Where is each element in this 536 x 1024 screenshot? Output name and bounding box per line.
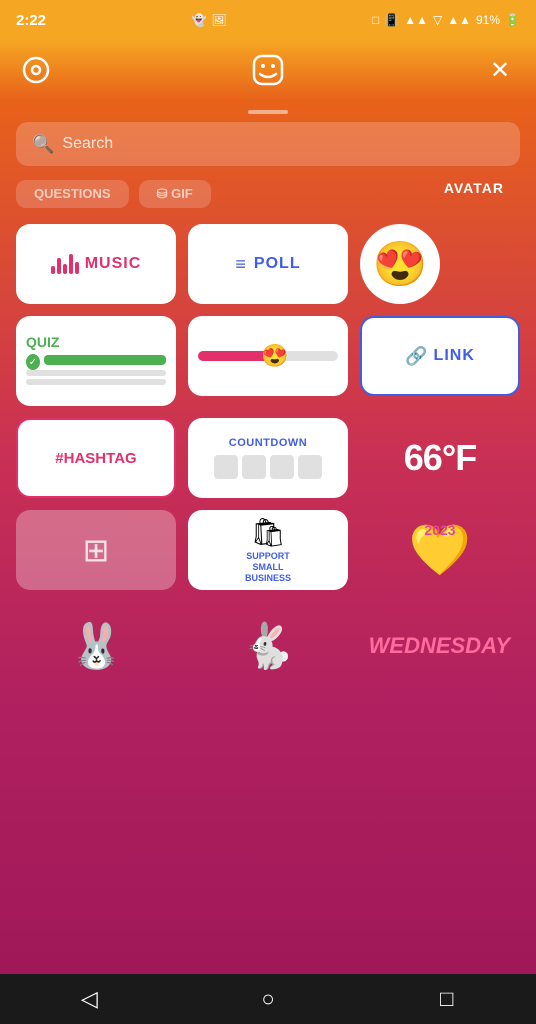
vibrate-icon: 📳 bbox=[384, 13, 399, 27]
heart-eyes-emoji: 😍 bbox=[373, 238, 428, 290]
settings-button[interactable] bbox=[20, 54, 52, 86]
bar5 bbox=[75, 262, 79, 274]
signal-icon: ▲▲ bbox=[404, 13, 428, 27]
snapchat-icon: 👻 bbox=[191, 13, 206, 27]
poll-icon: ≡ bbox=[235, 254, 246, 275]
emoji-sticker[interactable]: 😍 bbox=[360, 224, 440, 304]
link-icon: 🔗 bbox=[405, 346, 427, 367]
back-button[interactable]: ◁ bbox=[65, 975, 113, 1023]
search-bar[interactable]: 🔍 Search bbox=[16, 122, 520, 166]
slider-track: 😍 bbox=[198, 351, 338, 361]
home-icon: ○ bbox=[261, 986, 274, 1012]
sticker-panel: 🔍 Search QUESTIONS ⛁ GIF AVATAR MUSIC ≡ bbox=[0, 100, 536, 974]
quiz-check-bar bbox=[44, 355, 166, 365]
battery-percent: 91% bbox=[476, 13, 500, 27]
back-icon: ◁ bbox=[81, 986, 98, 1012]
rabbit-sticker[interactable]: 🐰 bbox=[16, 606, 177, 686]
sticker-grid: MUSIC ≡ POLL 😍 QUIZ ✓ 😍 bbox=[0, 216, 536, 598]
questions-label: QUESTIONS bbox=[34, 186, 111, 201]
partial-top-row: QUESTIONS ⛁ GIF AVATAR bbox=[0, 180, 536, 208]
countdown-box1 bbox=[214, 455, 238, 479]
bar1 bbox=[51, 266, 55, 274]
avatar-label[interactable]: AVATAR bbox=[444, 180, 504, 208]
add-icon: ⊞ bbox=[83, 531, 110, 569]
support-label: SUPPORTSMALLBUSINESS bbox=[245, 551, 291, 583]
bottom-stickers-row: 🐰 🐇 WEDNESDAY bbox=[0, 602, 536, 690]
shopping-bag-icon: 🛍 bbox=[250, 516, 286, 549]
poll-label: POLL bbox=[254, 255, 301, 273]
link-label: LINK bbox=[434, 347, 475, 365]
home-button[interactable]: ○ bbox=[244, 975, 292, 1023]
status-center-icons: 👻 🖼 bbox=[191, 13, 226, 27]
music-label: MUSIC bbox=[85, 255, 142, 273]
rabbit2023-emoji: 🐇 bbox=[241, 620, 296, 672]
quiz-line2 bbox=[26, 379, 166, 385]
wednesday-label: WEDNESDAY bbox=[369, 633, 510, 659]
gallery-icon: 🖼 bbox=[211, 13, 226, 27]
status-bar: 2:22 👻 🖼 □ 📳 ▲▲ ▽ ▲▲ 91% 🔋 bbox=[0, 0, 536, 40]
status-time: 2:22 bbox=[16, 12, 46, 29]
sheet-handle bbox=[248, 110, 288, 114]
search-placeholder: Search bbox=[62, 135, 113, 153]
recents-button[interactable]: □ bbox=[423, 975, 471, 1023]
temperature-sticker[interactable]: 66°F bbox=[360, 418, 520, 498]
top-bar: ✕ bbox=[0, 40, 536, 100]
battery-icon: 🔋 bbox=[505, 13, 520, 27]
rabbit2023-sticker[interactable]: 🐇 bbox=[187, 606, 348, 686]
countdown-box3 bbox=[270, 455, 294, 479]
bar4 bbox=[69, 254, 73, 274]
close-button[interactable]: ✕ bbox=[484, 54, 516, 86]
countdown-sticker[interactable]: COUNTDOWN bbox=[188, 418, 348, 498]
hashtag-label: #HASHTAG bbox=[55, 450, 136, 467]
poll-sticker[interactable]: ≡ POLL bbox=[188, 224, 348, 304]
2023-heart-sticker[interactable]: 💛 2023 bbox=[360, 510, 520, 590]
countdown-boxes bbox=[214, 455, 322, 479]
quiz-label: QUIZ bbox=[26, 334, 59, 350]
hashtag-sticker[interactable]: #HASHTAG bbox=[16, 418, 176, 498]
sim-icon: □ bbox=[372, 13, 379, 27]
support-small-business-sticker[interactable]: 🛍 SUPPORTSMALLBUSINESS bbox=[188, 510, 348, 590]
status-right-icons: □ 📳 ▲▲ ▽ ▲▲ 91% 🔋 bbox=[372, 13, 520, 27]
gif-label: ⛁ GIF bbox=[157, 186, 193, 201]
signal2-icon: ▲▲ bbox=[447, 13, 471, 27]
countdown-label: COUNTDOWN bbox=[229, 437, 307, 449]
recents-icon: □ bbox=[440, 986, 453, 1012]
music-bars-icon bbox=[51, 254, 79, 274]
countdown-box4 bbox=[298, 455, 322, 479]
slider-sticker[interactable]: 😍 bbox=[188, 316, 348, 396]
bar2 bbox=[57, 258, 61, 274]
sticker-picker-icon bbox=[252, 54, 284, 86]
bar3 bbox=[63, 264, 67, 274]
countdown-box2 bbox=[242, 455, 266, 479]
music-sticker[interactable]: MUSIC bbox=[16, 224, 176, 304]
temperature-value: 66°F bbox=[404, 437, 476, 479]
gif-sticker-partial[interactable]: ⛁ GIF bbox=[139, 180, 211, 208]
questions-sticker-partial[interactable]: QUESTIONS bbox=[16, 180, 129, 208]
slider-emoji: 😍 bbox=[261, 343, 288, 369]
add-sticker-button[interactable]: ⊞ bbox=[16, 510, 176, 590]
rabbit-emoji: 🐰 bbox=[69, 620, 124, 672]
quiz-line1 bbox=[26, 370, 166, 376]
quiz-sticker[interactable]: QUIZ ✓ bbox=[16, 316, 176, 406]
nav-bar: ◁ ○ □ bbox=[0, 974, 536, 1024]
wifi-icon: ▽ bbox=[433, 13, 442, 27]
2023-text: 2023 bbox=[424, 522, 455, 538]
link-sticker[interactable]: 🔗 LINK bbox=[360, 316, 520, 396]
search-icon: 🔍 bbox=[32, 134, 54, 155]
wednesday-sticker[interactable]: WEDNESDAY bbox=[359, 606, 520, 686]
